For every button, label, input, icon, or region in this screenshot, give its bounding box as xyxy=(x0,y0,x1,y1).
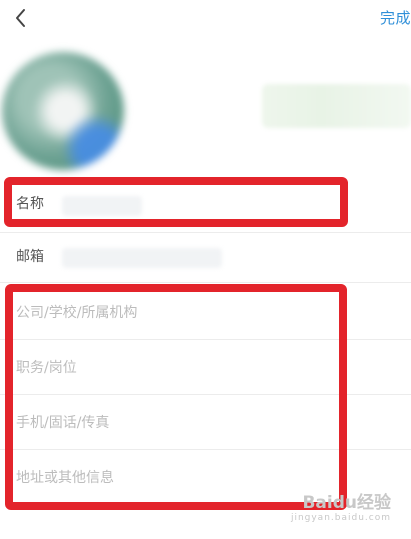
phone-placeholder: 手机/固话/传真 xyxy=(16,415,110,431)
phone-field[interactable]: 手机/固话/传真 xyxy=(0,395,411,450)
email-field-value[interactable] xyxy=(62,248,222,268)
name-field-row[interactable]: 名称 xyxy=(0,178,411,233)
done-button[interactable]: 完成 xyxy=(380,7,411,28)
blurred-name-display xyxy=(262,84,411,128)
organization-field[interactable]: 公司/学校/所属机构 xyxy=(0,285,411,340)
position-placeholder: 职务/岗位 xyxy=(16,360,77,376)
avatar[interactable] xyxy=(2,52,124,170)
position-field[interactable]: 职务/岗位 xyxy=(0,340,411,395)
back-button[interactable] xyxy=(8,4,36,32)
email-field-row[interactable]: 邮箱 xyxy=(0,228,411,283)
watermark-text: Baidu经验 xyxy=(302,493,391,513)
watermark-subtext: jingyan.baidu.com xyxy=(290,513,391,523)
name-field-value[interactable] xyxy=(62,196,142,216)
address-placeholder: 地址或其他信息 xyxy=(16,470,114,486)
divider xyxy=(0,282,411,283)
organization-placeholder: 公司/学校/所属机构 xyxy=(16,305,138,321)
top-bar: 完成 xyxy=(0,0,411,40)
chevron-left-icon xyxy=(16,9,25,27)
email-field-label: 邮箱 xyxy=(16,249,44,265)
baidu-watermark: Baidu经验 jingyan.baidu.com xyxy=(291,488,391,523)
name-field-label: 名称 xyxy=(16,196,44,212)
